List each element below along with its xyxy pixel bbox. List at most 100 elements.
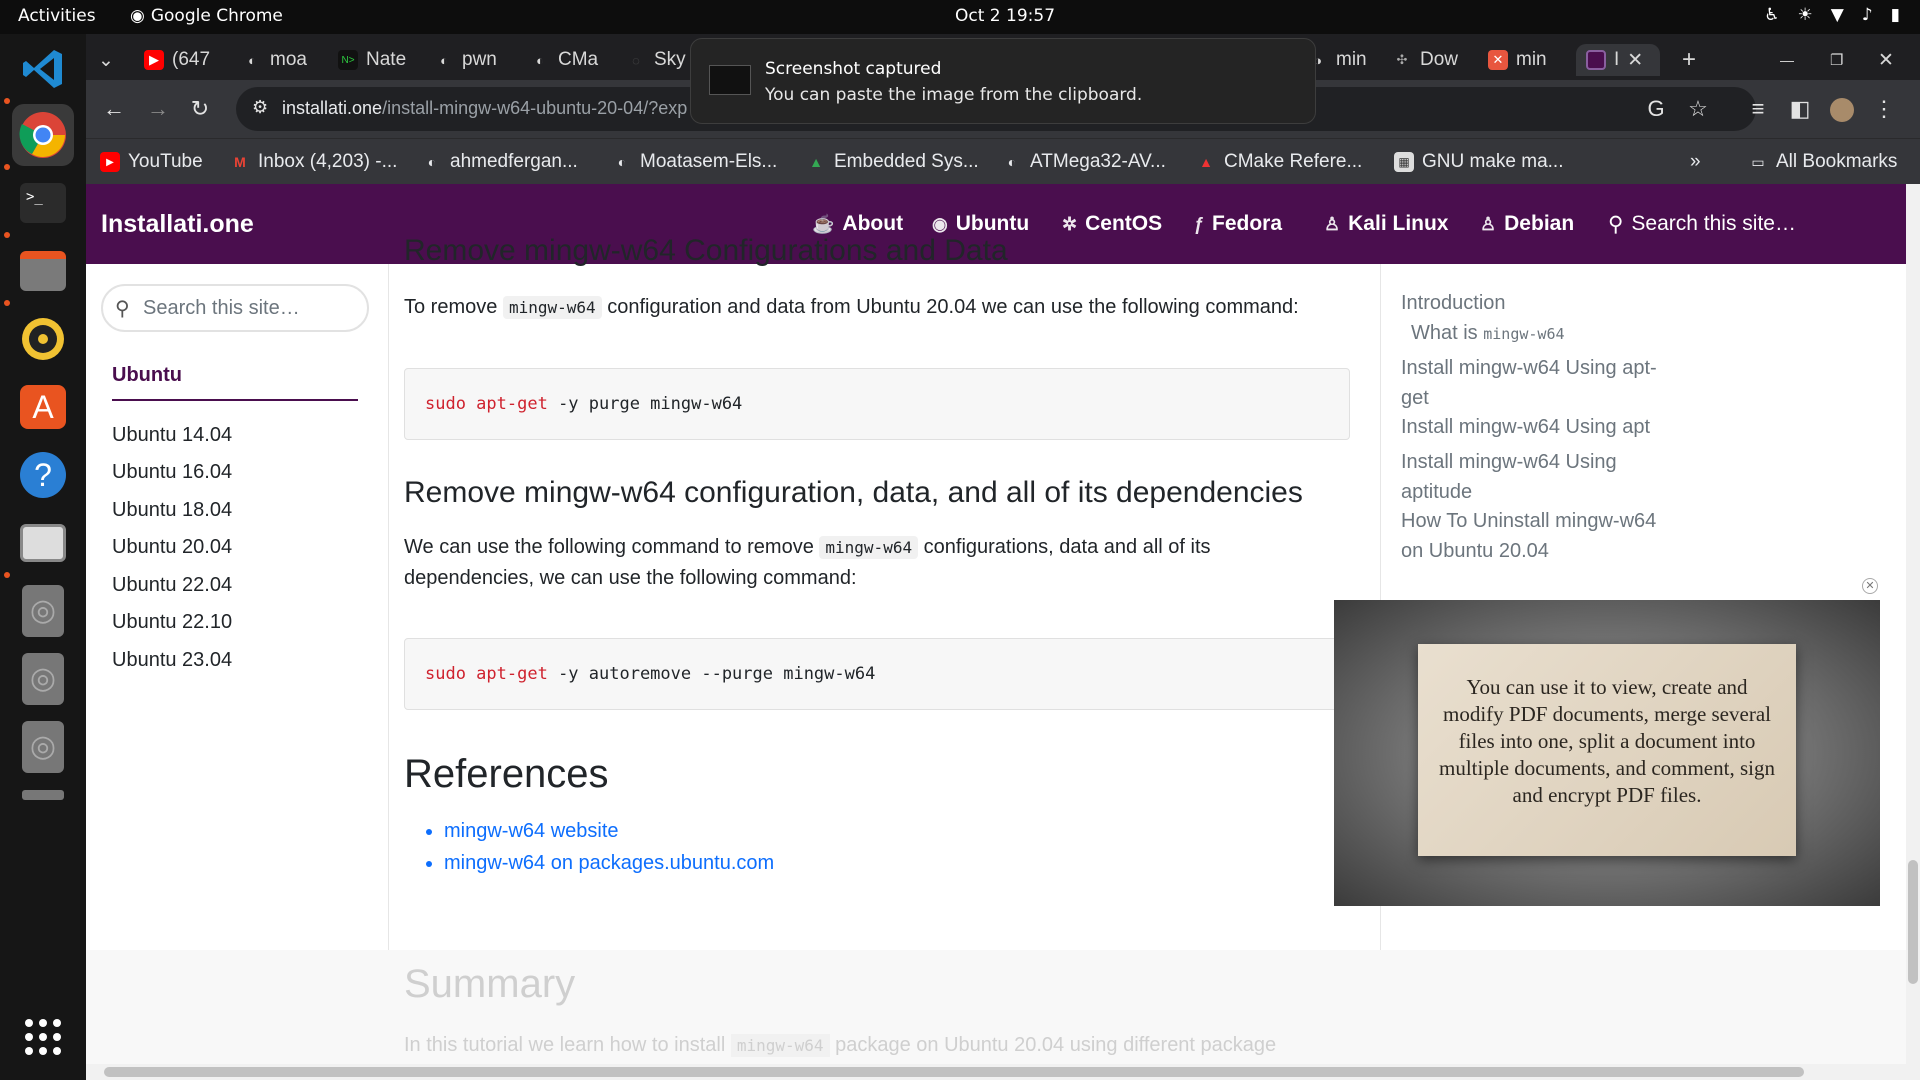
tab[interactable]: ✣ Dow bbox=[1392, 44, 1462, 76]
bookmark-star-icon[interactable]: ☆ bbox=[1682, 93, 1714, 125]
toc-item[interactable]: Introduction bbox=[1401, 288, 1661, 318]
chevron-right-icon: » bbox=[1690, 151, 1701, 172]
bookmark-github[interactable]: ◐ ATMega32-AV... bbox=[1002, 151, 1166, 173]
sidebar-item-ubuntu-18-04[interactable]: Ubuntu 18.04 bbox=[112, 499, 232, 522]
cmake-icon: ▲ bbox=[1199, 154, 1213, 170]
disk-drive-icon[interactable]: ◎ bbox=[12, 580, 74, 642]
url-path: /install-mingw-w64-ubuntu-20-04/?exp bbox=[382, 98, 688, 118]
bookmark-gnu-make[interactable]: ▦ GNU make ma... bbox=[1394, 151, 1563, 173]
bookmark-github[interactable]: ◐ Moatasem-Els... bbox=[612, 151, 778, 173]
app-center-icon[interactable]: A bbox=[12, 376, 74, 438]
system-tray[interactable]: ♿ ☀ ▼ ♪ ▮ bbox=[1764, 5, 1900, 25]
vscode-icon[interactable] bbox=[12, 38, 74, 100]
disk-drive-icon[interactable] bbox=[12, 784, 74, 846]
chrome-icon[interactable] bbox=[12, 104, 74, 166]
close-tab-icon[interactable]: ✕ bbox=[1627, 49, 1643, 72]
side-panel-icon[interactable]: ◧ bbox=[1784, 93, 1816, 125]
activities-button[interactable]: Activities bbox=[18, 6, 96, 26]
bookmark-gmail[interactable]: M Inbox (4,203) -... bbox=[230, 151, 397, 173]
bookmark-github[interactable]: ◐ ahmedfergan... bbox=[422, 151, 578, 173]
wifi-icon[interactable]: ▼ bbox=[1831, 5, 1844, 25]
clock[interactable]: Oct 2 19:57 bbox=[955, 6, 1055, 26]
sidebar-item-ubuntu-23-04[interactable]: Ubuntu 23.04 bbox=[112, 649, 232, 672]
toc-item[interactable]: How To Uninstall mingw-w64 on Ubuntu 20.… bbox=[1401, 506, 1661, 566]
toc-item[interactable]: Install mingw-w64 Using aptitude bbox=[1401, 447, 1661, 507]
bookmark-drive[interactable]: ▲ Embedded Sys... bbox=[806, 151, 979, 173]
kebab-menu-icon[interactable]: ⋮ bbox=[1868, 93, 1900, 125]
video-ad-player[interactable]: You can use it to view, create and modif… bbox=[1334, 600, 1880, 906]
minimize-button[interactable]: — bbox=[1780, 44, 1806, 76]
google-lens-icon[interactable]: G bbox=[1640, 93, 1672, 125]
tab[interactable]: ▶ (647 bbox=[144, 44, 224, 76]
files-icon[interactable] bbox=[12, 240, 74, 302]
profile-avatar[interactable] bbox=[1826, 93, 1858, 125]
toc-item[interactable]: Install mingw-w64 Using apt-get bbox=[1401, 353, 1661, 413]
sidebar-item-ubuntu-20-04[interactable]: Ubuntu 20.04 bbox=[112, 536, 232, 559]
code-block[interactable]: sudo apt-get -y autoremove --purge mingw… bbox=[404, 638, 1350, 710]
show-apps-grid-icon[interactable] bbox=[12, 1006, 74, 1068]
bookmark-cmake[interactable]: ▲ CMake Refere... bbox=[1196, 151, 1362, 173]
nav-kali-linux[interactable]: ♙ Kali Linux bbox=[1324, 212, 1449, 236]
nav-fedora[interactable]: ƒ Fedora bbox=[1194, 212, 1282, 236]
tab[interactable]: ◐ pwn bbox=[434, 44, 506, 76]
terminal-icon[interactable]: >_ bbox=[12, 172, 74, 234]
close-window-button[interactable]: ✕ bbox=[1878, 44, 1904, 76]
tab[interactable]: ◐ moa bbox=[242, 44, 312, 76]
sidebar-item-ubuntu-22-10[interactable]: Ubuntu 22.10 bbox=[112, 611, 232, 634]
all-bookmarks-button[interactable]: ▭ All Bookmarks bbox=[1748, 151, 1897, 173]
sidebar-item-ubuntu-16-04[interactable]: Ubuntu 16.04 bbox=[112, 461, 232, 484]
code-block[interactable]: sudo apt-get -y purge mingw-w64 bbox=[404, 368, 1350, 440]
volume-icon[interactable]: ♪ bbox=[1862, 5, 1873, 25]
help-icon[interactable]: ? bbox=[12, 444, 74, 506]
navbar-search[interactable]: ⚲ Search this site… bbox=[1608, 212, 1796, 237]
app-menu[interactable]: ◉ Google Chrome bbox=[130, 6, 283, 26]
back-button[interactable]: ← bbox=[98, 93, 130, 125]
reading-list-icon[interactable]: ≡ bbox=[1742, 93, 1774, 125]
toc-item[interactable]: What is mingw-w64 bbox=[1411, 318, 1671, 349]
nav-centos[interactable]: ✲ CentOS bbox=[1062, 212, 1162, 236]
nav-about[interactable]: ☕ About bbox=[812, 212, 903, 236]
screenshot-tool-icon[interactable] bbox=[12, 512, 74, 574]
rhythmbox-icon[interactable] bbox=[12, 308, 74, 370]
tab[interactable]: ✕ min bbox=[1488, 44, 1558, 76]
disk-drive-icon[interactable]: ◎ bbox=[12, 648, 74, 710]
accessibility-icon[interactable]: ♿ bbox=[1764, 5, 1779, 25]
tab-search-button[interactable]: ⌄ bbox=[98, 44, 126, 76]
scrollbar-thumb[interactable] bbox=[104, 1067, 1804, 1077]
reference-link[interactable]: mingw-w64 website bbox=[444, 820, 619, 842]
screenshot-notification[interactable]: Screenshot captured You can paste the im… bbox=[690, 38, 1316, 124]
bookmarks-overflow-button[interactable]: » bbox=[1690, 151, 1701, 173]
close-video-icon[interactable]: ✕ bbox=[1862, 578, 1878, 594]
site-info-icon[interactable]: ⚙ bbox=[252, 97, 268, 118]
screenshot-thumbnail bbox=[709, 65, 751, 95]
maximize-button[interactable]: ❐ bbox=[1830, 44, 1856, 76]
battery-icon[interactable]: ▮ bbox=[1891, 5, 1900, 25]
nav-debian[interactable]: ♙ Debian bbox=[1480, 212, 1574, 236]
scrollbar-thumb[interactable] bbox=[1908, 860, 1918, 984]
sidebar-search-input[interactable]: ⚲ Search this site… bbox=[101, 284, 369, 332]
disk-drive-icon[interactable]: ◎ bbox=[12, 716, 74, 778]
site-brand[interactable]: Installati.one bbox=[101, 210, 254, 239]
sidebar-item-ubuntu-14-04[interactable]: Ubuntu 14.04 bbox=[112, 424, 232, 447]
tab[interactable]: ◑ min bbox=[1308, 44, 1368, 76]
reload-button[interactable]: ↻ bbox=[184, 93, 216, 125]
toc-item[interactable]: Install mingw-w64 Using apt bbox=[1401, 412, 1661, 442]
url-text[interactable]: installati.one/install-mingw-w64-ubuntu-… bbox=[282, 98, 687, 119]
vertical-scrollbar[interactable] bbox=[1906, 184, 1920, 1080]
fedora-icon: ƒ bbox=[1194, 213, 1205, 234]
tab[interactable]: ◐ CMa bbox=[530, 44, 602, 76]
reference-link[interactable]: mingw-w64 on packages.ubuntu.com bbox=[444, 852, 774, 874]
brightness-icon[interactable]: ☀ bbox=[1797, 5, 1812, 25]
nav-ubuntu[interactable]: ◉ Ubuntu bbox=[932, 212, 1029, 236]
new-tab-button[interactable]: + bbox=[1682, 44, 1706, 76]
tab[interactable]: N> Nate bbox=[338, 44, 410, 76]
centos-icon: ✲ bbox=[1062, 213, 1078, 234]
tab-active[interactable]: I ✕ bbox=[1576, 44, 1660, 76]
youtube-icon: ▶ bbox=[144, 50, 164, 70]
sidebar-section-title[interactable]: Ubuntu bbox=[112, 364, 182, 387]
forward-button[interactable]: → bbox=[142, 93, 174, 125]
bookmark-youtube[interactable]: ▶ YouTube bbox=[100, 151, 203, 173]
horizontal-scrollbar[interactable] bbox=[86, 1064, 1906, 1080]
tab[interactable]: ◌ Sky bbox=[626, 44, 686, 76]
sidebar-item-ubuntu-22-04[interactable]: Ubuntu 22.04 bbox=[112, 574, 232, 597]
